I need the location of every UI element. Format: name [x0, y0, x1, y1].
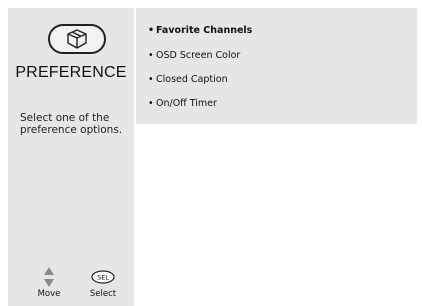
- sidebar: PREFERENCE Select one of the preference …: [8, 8, 134, 306]
- option-label: Favorite Channels: [156, 25, 253, 36]
- sel-key-text: SEL: [97, 274, 109, 282]
- option-label: Closed Caption: [156, 74, 228, 85]
- option-favorite-channels[interactable]: • Favorite Channels: [148, 25, 252, 36]
- options-list: • Favorite Channels • OSD Screen Color • Cl…: [136, 8, 417, 124]
- bullet: •: [148, 74, 154, 85]
- option-label: On/Off Timer: [156, 98, 217, 109]
- bullet: •: [148, 98, 154, 109]
- option-closed-caption[interactable]: • Closed Caption: [148, 74, 228, 85]
- sel-key-icon: SEL: [91, 270, 115, 284]
- legend-select-label: Select: [89, 289, 117, 299]
- legend-move: Move: [24, 266, 74, 306]
- legend-select: SEL Select: [78, 266, 128, 306]
- option-on-off-timer[interactable]: • On/Off Timer: [148, 98, 217, 109]
- legend-move-label: Move: [37, 289, 61, 299]
- preference-menu-icon: [48, 24, 106, 54]
- bullet: •: [148, 25, 155, 36]
- option-osd-screen-color[interactable]: • OSD Screen Color: [148, 50, 240, 61]
- key-legend: Move SEL Select: [8, 266, 134, 306]
- up-down-arrows-icon: [44, 267, 54, 287]
- box-icon: [67, 29, 87, 49]
- bullet: •: [148, 50, 154, 61]
- help-text: Select one of the preference options.: [20, 112, 123, 136]
- option-label: OSD Screen Color: [156, 50, 241, 61]
- page-title: PREFERENCE: [15, 64, 127, 81]
